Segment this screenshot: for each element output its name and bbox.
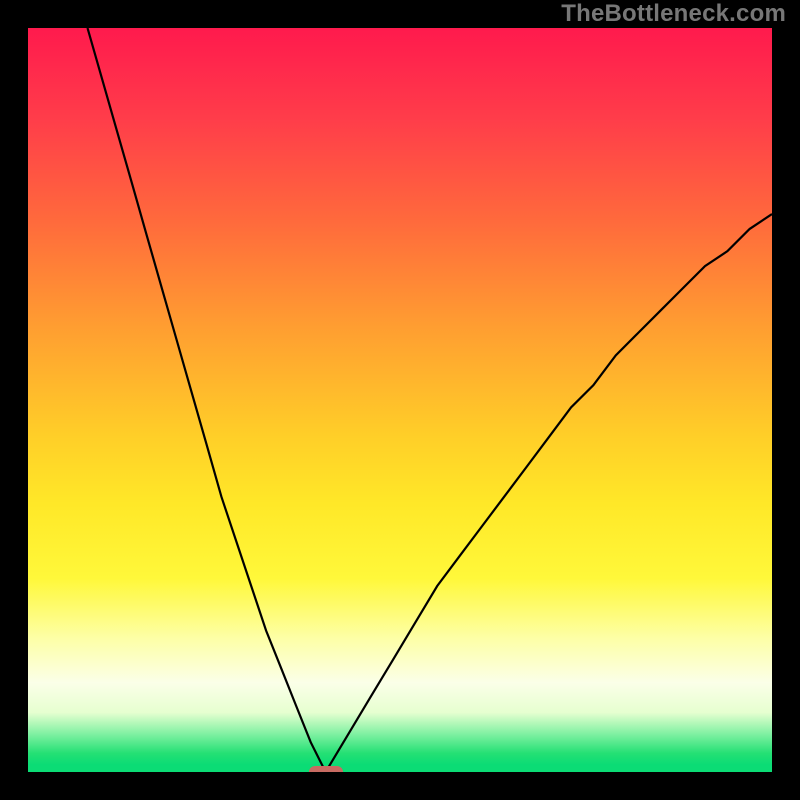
chart-canvas: TheBottleneck.com xyxy=(0,0,800,800)
plot-area xyxy=(28,28,772,772)
bottleneck-curve xyxy=(28,28,772,772)
curve-path xyxy=(88,28,773,772)
watermark-text: TheBottleneck.com xyxy=(561,0,786,28)
optimal-marker xyxy=(309,766,343,772)
